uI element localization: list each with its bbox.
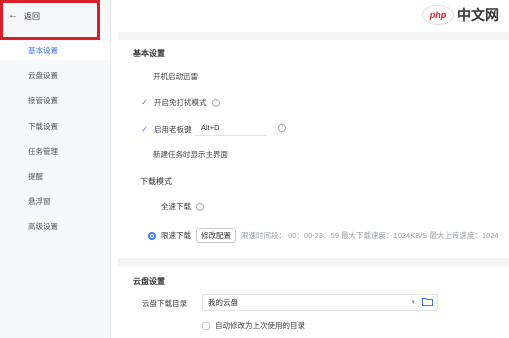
cloud-dir-value: 我的云盘	[208, 298, 238, 307]
checkbox[interactable]	[140, 151, 148, 159]
cloud-dir-select[interactable]: 我的云盘 ▾	[202, 294, 438, 311]
checkbox[interactable]	[140, 73, 148, 81]
no-disturb-label: 开启免打扰模式	[154, 98, 207, 107]
boss-key-option[interactable]: ✓ 启用老板键	[140, 124, 192, 135]
auto-change-option[interactable]: 自动修改为上次使用的目录	[202, 320, 305, 331]
sidebar-item-advanced[interactable]: 高级设置	[28, 221, 58, 232]
sidebar-item-cloud[interactable]: 云盘设置	[28, 70, 58, 81]
auto-change-label: 自动修改为上次使用的目录	[215, 321, 305, 330]
sidebar-item-download[interactable]: 下载设置	[28, 121, 58, 132]
sidebar-item-basic[interactable]: 基本设置	[28, 45, 58, 56]
chevron-down-icon[interactable]: ▾	[411, 298, 415, 306]
download-mode-title: 下载模式	[140, 177, 172, 186]
limited-speed-label: 限速下载	[161, 231, 191, 240]
php-logo: php	[422, 5, 454, 25]
auto-start-option[interactable]: 开机启动迅雷	[140, 71, 198, 82]
help-icon[interactable]: ?	[278, 124, 286, 132]
help-icon[interactable]: ?	[211, 98, 220, 107]
boss-key-input[interactable]: Alt+D	[195, 120, 267, 136]
checkmark-icon[interactable]: ✓	[140, 98, 149, 107]
show-main-option[interactable]: 新建任务时显示主界面	[140, 149, 228, 160]
annotation-highlight-box	[0, 0, 100, 40]
watermark-text: 中文网	[457, 7, 499, 23]
cloud-dir-label-text: 云盘下载目录	[142, 299, 187, 308]
radio-button-selected[interactable]	[148, 231, 156, 240]
sidebar-divider	[110, 0, 111, 338]
boss-key-label: 启用老板键	[154, 125, 192, 134]
show-main-label: 新建任务时显示主界面	[153, 150, 228, 159]
full-speed-label: 全速下载	[161, 202, 191, 211]
sidebar-item-floating[interactable]: 悬浮窗	[28, 196, 51, 207]
limit-info-text: 限速时间段： 00：00-23：59 最大下载速度：1024KB/S 最大上传速…	[241, 231, 499, 240]
cloud-section-title: 云盘设置	[133, 277, 165, 286]
auto-start-label: 开机启动迅雷	[153, 72, 198, 81]
cloud-dir-label: 云盘下载目录	[142, 298, 187, 309]
folder-icon[interactable]	[422, 297, 433, 306]
sidebar-item-reminder[interactable]: 提醒	[28, 171, 43, 182]
edit-config-button[interactable]: 修改配置	[196, 228, 236, 243]
watermark-logo: php 中文网	[422, 3, 509, 27]
checkbox[interactable]	[202, 321, 210, 330]
section-separator	[118, 32, 509, 40]
checkmark-icon[interactable]: ✓	[140, 125, 149, 134]
sidebar-item-tasks[interactable]: 任务管理	[28, 146, 58, 157]
limited-speed-option[interactable]: 限速下载 修改配置 限速时间段： 00：00-23：59 最大下载速度：1024…	[148, 228, 499, 243]
sidebar-item-takeover[interactable]: 接管设置	[28, 95, 58, 106]
no-disturb-option[interactable]: ✓ 开启免打扰模式 ?	[140, 97, 220, 108]
section-separator	[118, 258, 509, 266]
basic-section-title: 基本设置	[133, 49, 165, 58]
radio-button[interactable]	[148, 203, 156, 211]
help-icon[interactable]: ?	[196, 202, 204, 211]
full-speed-option[interactable]: 全速下载 ?	[148, 201, 204, 212]
